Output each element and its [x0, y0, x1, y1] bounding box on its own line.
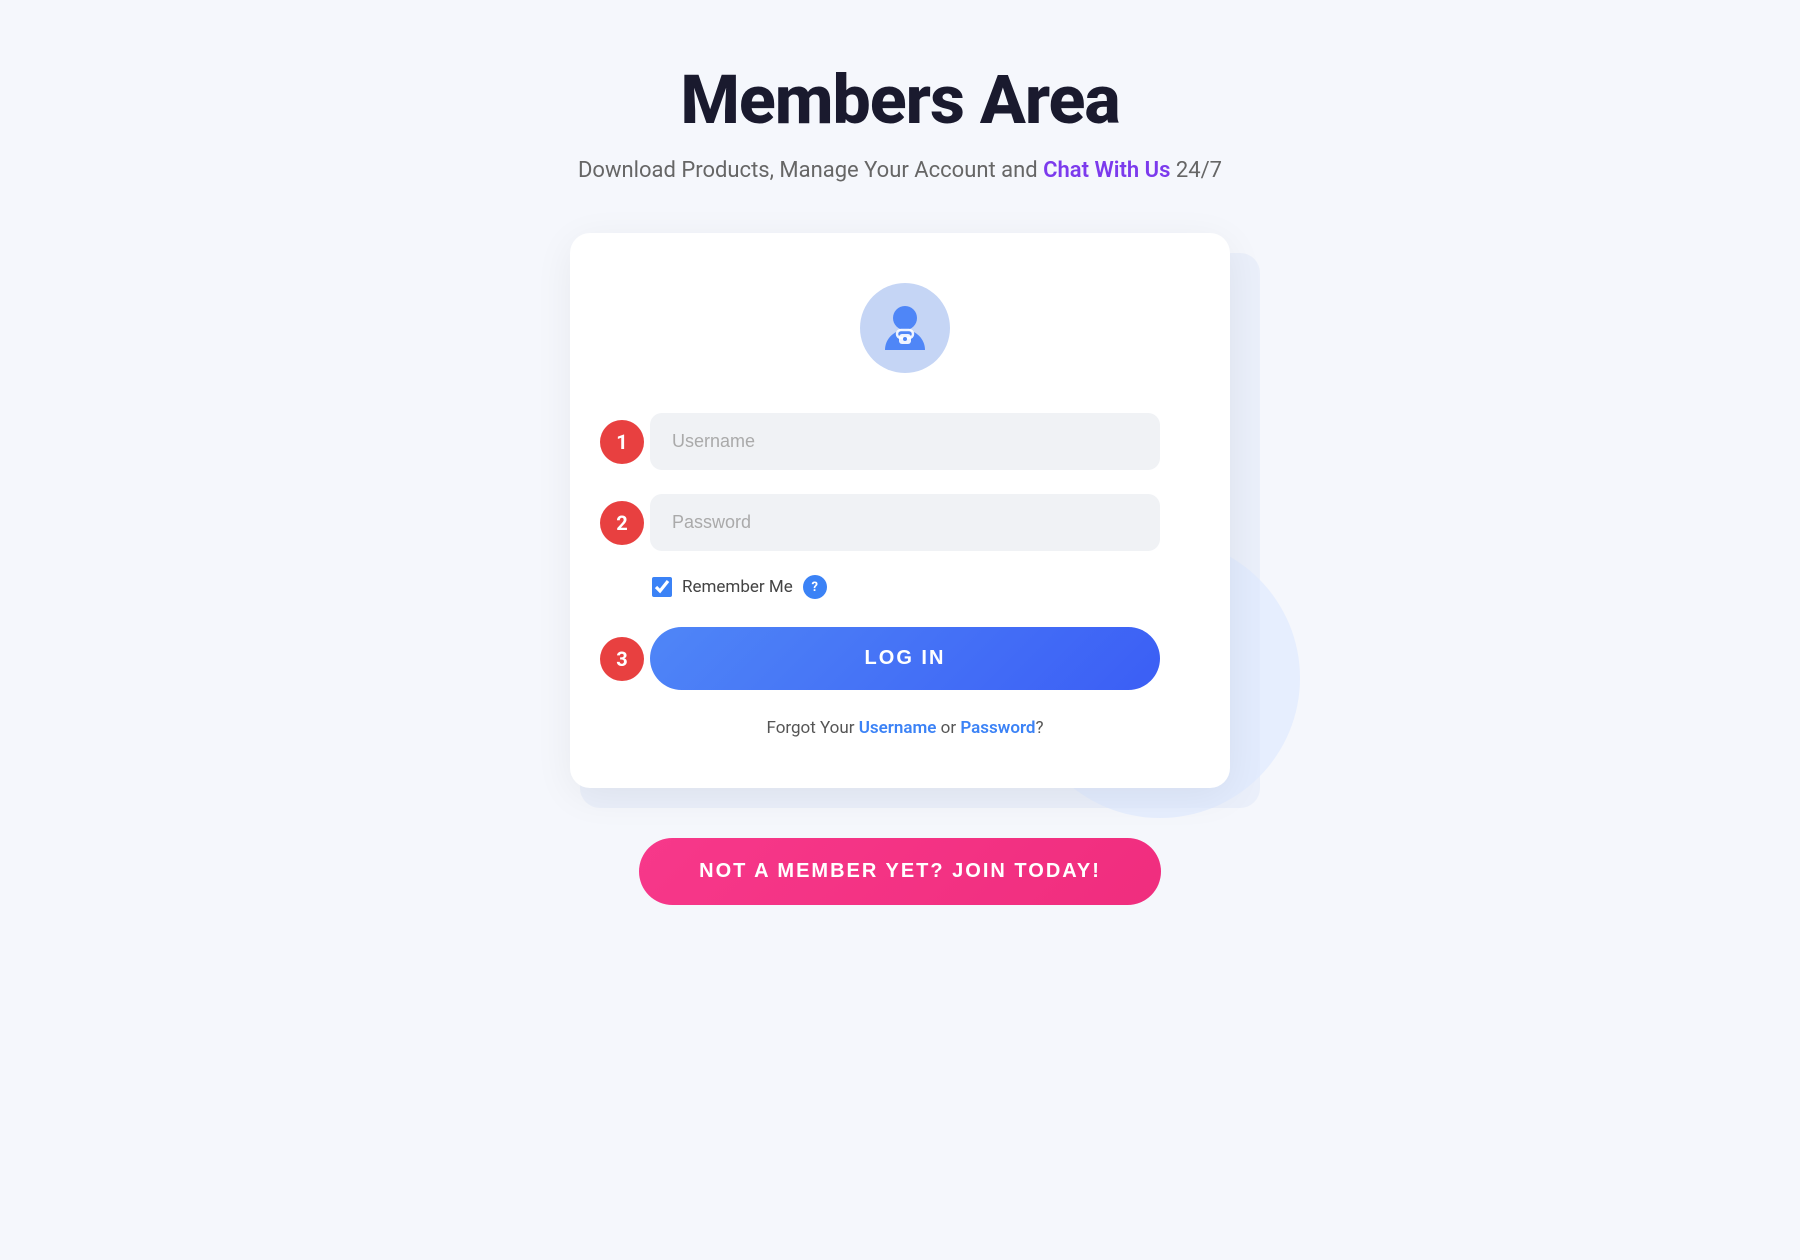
join-button[interactable]: NOT A MEMBER YET? JOIN TODAY! — [639, 838, 1161, 905]
forgot-username-link[interactable]: Username — [859, 718, 937, 738]
forgot-password-link[interactable]: Password — [960, 718, 1035, 738]
page-title: Members Area — [680, 60, 1119, 140]
step-1-badge: 1 — [600, 420, 644, 464]
password-field-row: 2 — [650, 494, 1160, 551]
forgot-prefix: Forgot Your — [766, 718, 858, 738]
step-2-badge: 2 — [600, 501, 644, 545]
login-row: 3 LOG IN — [650, 627, 1160, 690]
subtitle-after: 24/7 — [1170, 158, 1222, 183]
login-card: 1 2 Remember Me ? 3 LOG IN Forgot Your U… — [570, 233, 1230, 788]
subtitle-text: Download Products, Manage Your Account a… — [578, 158, 1043, 183]
password-input[interactable] — [650, 494, 1160, 551]
step-3-badge: 3 — [600, 637, 644, 681]
forgot-suffix: ? — [1035, 718, 1043, 738]
forgot-text: Forgot Your Username or Password? — [650, 718, 1160, 738]
username-field-row: 1 — [650, 413, 1160, 470]
remember-me-row: Remember Me ? — [650, 575, 1160, 599]
chat-link[interactable]: Chat With Us — [1043, 158, 1170, 183]
help-icon[interactable]: ? — [803, 575, 827, 599]
user-lock-icon — [875, 298, 935, 358]
login-button[interactable]: LOG IN — [650, 627, 1160, 690]
username-input[interactable] — [650, 413, 1160, 470]
remember-me-label: Remember Me — [682, 577, 793, 597]
page-subtitle: Download Products, Manage Your Account a… — [578, 158, 1222, 183]
remember-me-checkbox[interactable] — [652, 577, 672, 597]
avatar — [860, 283, 950, 373]
card-wrapper: 1 2 Remember Me ? 3 LOG IN Forgot Your U… — [560, 233, 1240, 788]
avatar-container — [650, 283, 1160, 373]
join-button-container: NOT A MEMBER YET? JOIN TODAY! — [639, 838, 1161, 905]
forgot-or: or — [936, 718, 960, 738]
